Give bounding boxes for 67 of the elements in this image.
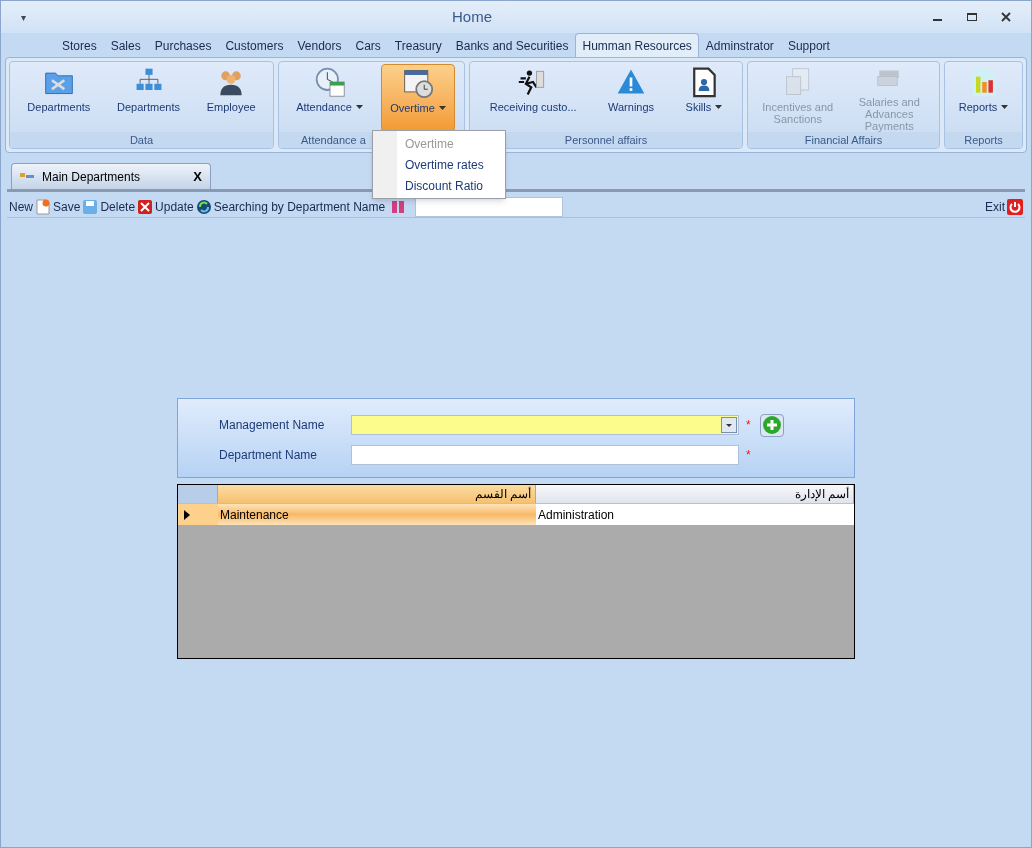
combo-field[interactable] <box>351 415 739 435</box>
menu-tab[interactable]: Treasury <box>387 35 449 57</box>
table-cell: Maintenance <box>218 504 536 525</box>
ribbon-button[interactable]: Attendance <box>288 64 371 132</box>
ribbon-button[interactable]: Overtime <box>381 64 455 132</box>
toolbar-button[interactable]: Save <box>53 197 81 216</box>
menu-tab[interactable]: Customers <box>218 35 291 57</box>
exit-button[interactable]: Exit <box>985 197 1005 216</box>
save-icon <box>82 198 99 215</box>
clock-calendar-icon <box>313 66 346 98</box>
ribbon-button[interactable]: Employee <box>198 64 264 132</box>
menu-tab[interactable]: Sales <box>103 35 148 57</box>
group-label: Reports <box>964 133 1003 148</box>
new-document-icon <box>35 198 51 215</box>
close-icon[interactable] <box>1001 12 1011 22</box>
plus-icon <box>762 416 781 434</box>
add-button[interactable] <box>759 413 784 437</box>
refresh-icon <box>195 198 212 215</box>
field-label: Department Name <box>219 447 319 464</box>
row-header[interactable] <box>178 504 218 525</box>
menu-tab[interactable]: Support <box>780 35 837 57</box>
menu-item[interactable]: Discount Ratio <box>373 175 505 196</box>
caret-icon <box>715 105 723 109</box>
menu-tab[interactable]: Purchases <box>147 35 219 57</box>
toolbar-button[interactable]: Searching by Department Name <box>213 197 386 216</box>
table-cell: Administration <box>536 504 854 525</box>
group-label: Financial Affairs <box>804 133 883 148</box>
ribbon-button[interactable]: Warnings <box>600 64 663 132</box>
menu-tab[interactable]: Humman Resources <box>575 33 699 57</box>
menu-item[interactable]: Overtime rates <box>373 154 505 175</box>
quick-access-menu[interactable]: ▾ <box>21 9 26 25</box>
calendar-clock-icon <box>402 67 434 99</box>
tab-close-button[interactable]: X <box>193 166 202 187</box>
group-label: Personnel affairs <box>564 133 648 148</box>
column-header[interactable]: أسم الإدارة <box>536 485 854 503</box>
ribbon-button[interactable]: Departments <box>19 64 99 132</box>
delete-icon <box>137 198 154 215</box>
caret-icon <box>355 105 363 109</box>
toolbar-button[interactable]: Delete <box>100 197 136 216</box>
field-label: Management Name <box>219 417 326 434</box>
ribbon-button[interactable]: Receiving custo... <box>481 64 585 132</box>
menu-tab[interactable]: Banks and Securities <box>448 35 576 57</box>
binoculars-icon <box>391 198 406 215</box>
required-mark: * <box>746 447 751 464</box>
ribbon-button[interactable]: Departments <box>109 64 188 132</box>
toolbar-button[interactable]: New <box>9 197 33 216</box>
caret-icon <box>1001 105 1009 109</box>
tab-icon <box>20 172 34 181</box>
caret-icon <box>438 106 446 110</box>
menu-tab[interactable]: Vendors <box>290 35 349 57</box>
group-label: Data <box>129 133 154 148</box>
menu-tab[interactable]: Cars <box>348 35 388 57</box>
menu-tab[interactable]: Stores <box>55 35 104 57</box>
menu-tab[interactable]: Adminstrator <box>698 35 781 57</box>
maximize-icon[interactable] <box>967 12 977 22</box>
column-header[interactable]: أسم القسم <box>218 485 536 503</box>
document-tab[interactable]: Main Departments X <box>11 163 211 189</box>
tab-title: Main Departments <box>42 168 141 186</box>
group-label: Attendance a <box>301 133 366 148</box>
ribbon-button[interactable]: Skills <box>677 64 731 132</box>
required-mark: * <box>746 417 751 434</box>
text-field[interactable] <box>351 445 739 465</box>
toolbar-button[interactable]: Update <box>155 197 194 216</box>
power-icon[interactable] <box>1007 198 1023 215</box>
row-pointer-icon <box>184 509 190 520</box>
ribbon-button[interactable]: Reports <box>950 64 1017 132</box>
window-title: Home <box>452 6 492 27</box>
